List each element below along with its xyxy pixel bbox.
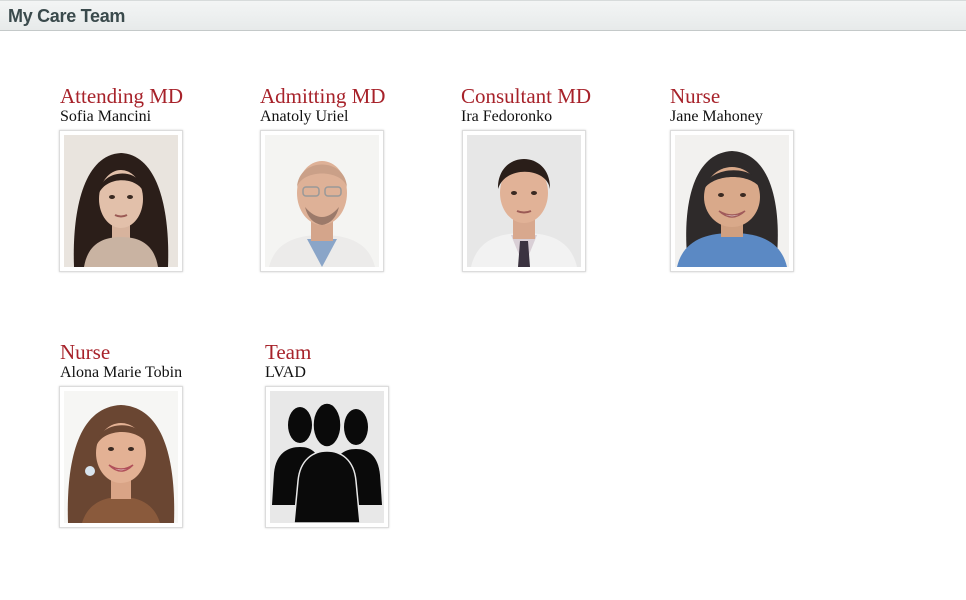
person-photo bbox=[265, 135, 379, 267]
member-role: Attending MD bbox=[60, 84, 184, 108]
person-photo bbox=[64, 391, 178, 523]
member-role: Team bbox=[265, 340, 312, 364]
member-name: Sofia Mancini bbox=[60, 108, 152, 125]
page-header: My Care Team bbox=[0, 0, 966, 31]
member-name: Ira Fedoronko bbox=[461, 108, 553, 125]
member-photo[interactable] bbox=[260, 130, 384, 272]
member-name: Jane Mahoney bbox=[670, 108, 763, 125]
member-role: Nurse bbox=[670, 84, 721, 108]
group-silhouette-icon bbox=[270, 391, 384, 523]
care-team-member-card[interactable]: Consultant MD Ira Fedoronko bbox=[461, 85, 641, 126]
member-role: Admitting MD bbox=[260, 84, 386, 108]
member-photo[interactable] bbox=[59, 386, 183, 528]
care-team-member-card[interactable]: Nurse Jane Mahoney bbox=[670, 85, 850, 126]
member-name: Alona Marie Tobin bbox=[60, 364, 183, 381]
person-photo bbox=[64, 135, 178, 267]
care-team-member-card[interactable]: Admitting MD Anatoly Uriel bbox=[260, 85, 440, 126]
care-team-member-card[interactable]: Nurse Alona Marie Tobin bbox=[60, 341, 240, 382]
care-team-member-card[interactable]: Team LVAD bbox=[265, 341, 445, 382]
care-team-member-card[interactable]: Attending MD Sofia Mancini bbox=[60, 85, 240, 126]
member-photo[interactable] bbox=[462, 130, 586, 272]
person-photo bbox=[467, 135, 581, 267]
member-role: Nurse bbox=[60, 340, 111, 364]
member-name: LVAD bbox=[265, 364, 306, 381]
person-photo bbox=[675, 135, 789, 267]
member-role: Consultant MD bbox=[461, 84, 592, 108]
member-photo[interactable] bbox=[59, 130, 183, 272]
member-photo[interactable] bbox=[265, 386, 389, 528]
member-photo[interactable] bbox=[670, 130, 794, 272]
page-title: My Care Team bbox=[8, 6, 126, 26]
member-name: Anatoly Uriel bbox=[260, 108, 349, 125]
